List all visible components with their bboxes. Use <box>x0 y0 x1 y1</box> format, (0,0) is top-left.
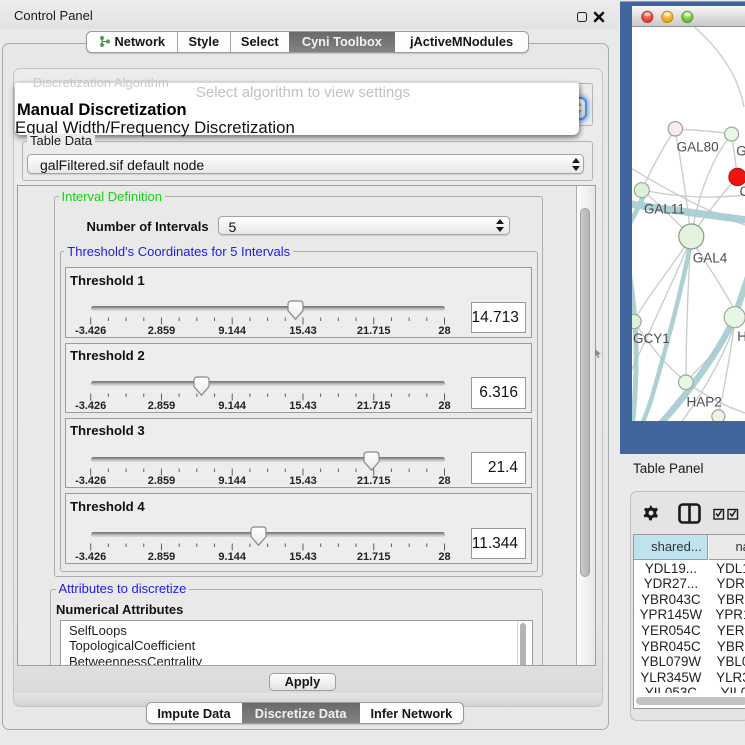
svg-text:C…: C… <box>739 184 745 199</box>
svg-text:GAL4: GAL4 <box>692 251 727 266</box>
svg-text:G…: G… <box>736 144 745 159</box>
svg-text:H…: H… <box>737 329 745 344</box>
svg-text:GCY1: GCY1 <box>633 331 670 346</box>
svg-text:HAP2: HAP2 <box>686 395 721 410</box>
svg-text:GAL80: GAL80 <box>676 140 718 155</box>
svg-text:GAL11: GAL11 <box>644 202 685 217</box>
